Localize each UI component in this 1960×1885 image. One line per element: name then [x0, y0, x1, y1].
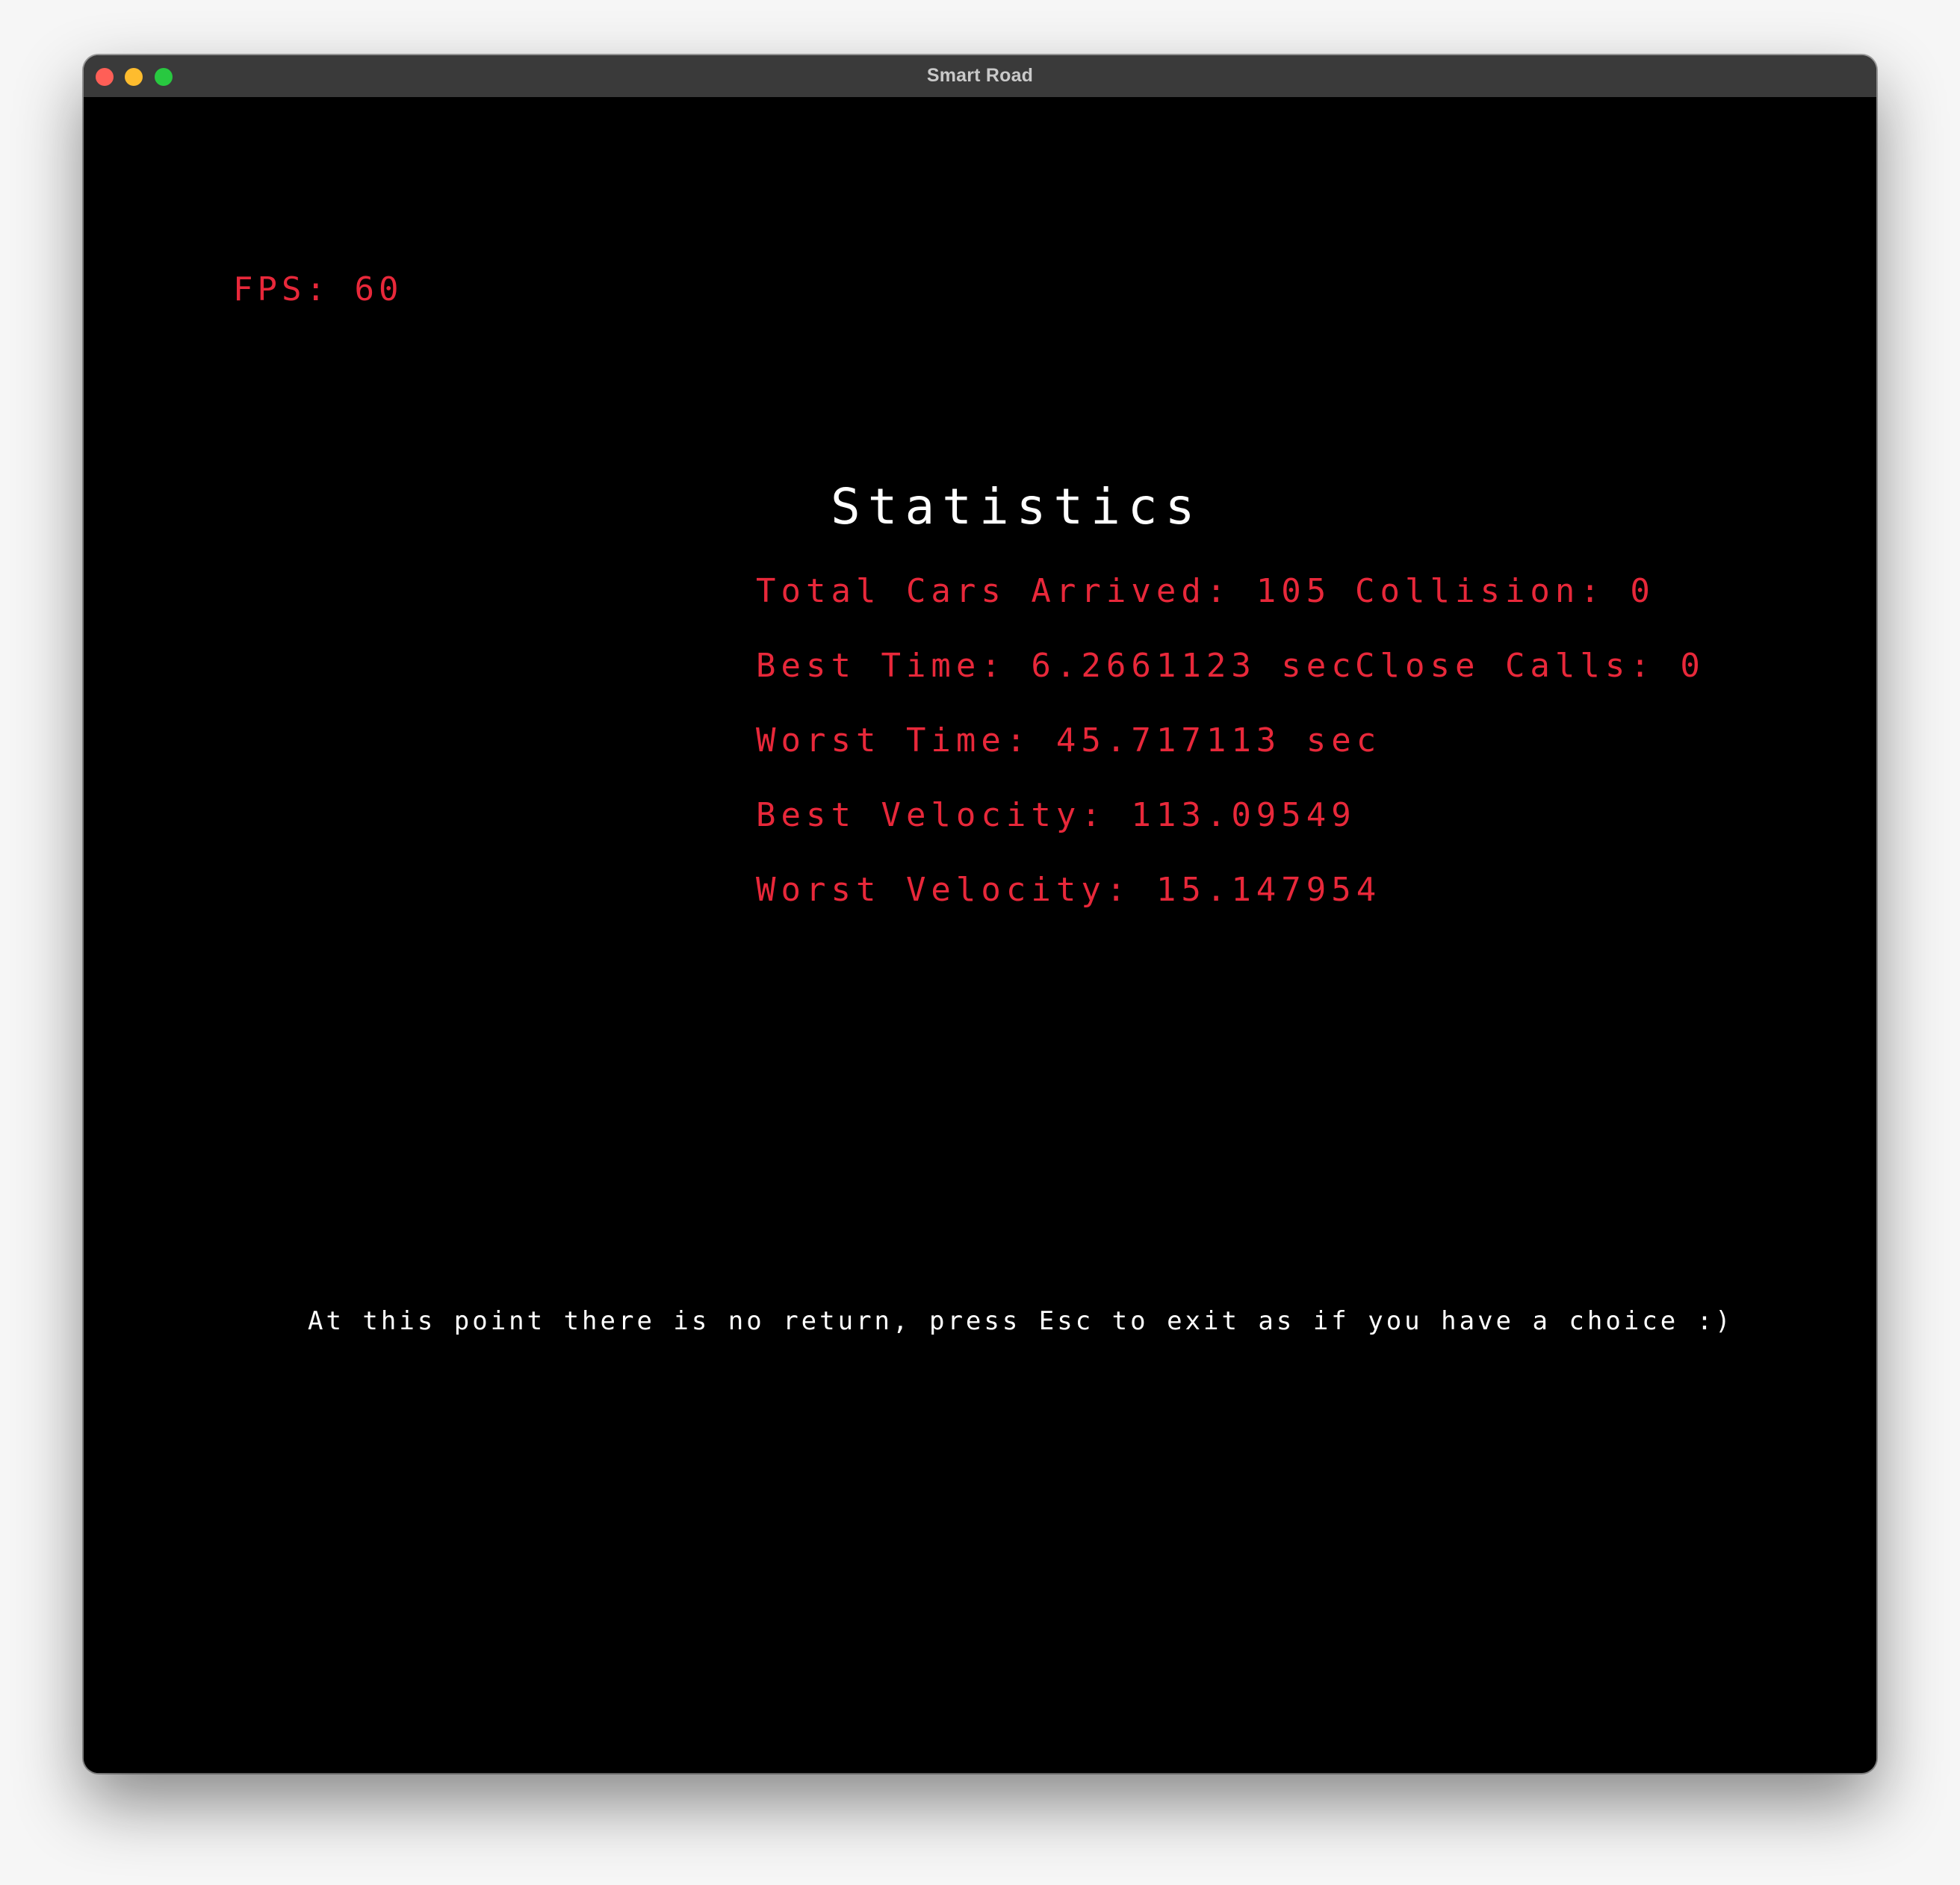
stat-worst-time: Worst Time: 45.717113 sec	[756, 721, 1382, 760]
stat-worst-velocity: Worst Velocity: 15.147954	[756, 871, 1382, 909]
stat-best-velocity: Best Velocity: 113.09549	[756, 796, 1356, 834]
app-window: Smart Road FPS: 60 Statistics Total Cars…	[84, 55, 1876, 1773]
game-canvas: FPS: 60 Statistics Total Cars Arrived: 1…	[84, 97, 1876, 1773]
fps-counter: FPS: 60	[233, 270, 403, 308]
window-titlebar: Smart Road	[84, 55, 1876, 98]
exit-instruction: At this point there is no return, press …	[308, 1306, 1734, 1336]
window-title: Smart Road	[926, 65, 1034, 86]
stat-total-cars-arrived: Total Cars Arrived: 105	[756, 572, 1332, 610]
statistics-title: Statistics	[831, 478, 1203, 535]
stat-collision: Collision: 0	[1355, 572, 1655, 610]
stat-best-time: Best Time: 6.2661123 sec	[756, 647, 1356, 685]
stat-close-calls: Close Calls: 0	[1355, 647, 1705, 685]
